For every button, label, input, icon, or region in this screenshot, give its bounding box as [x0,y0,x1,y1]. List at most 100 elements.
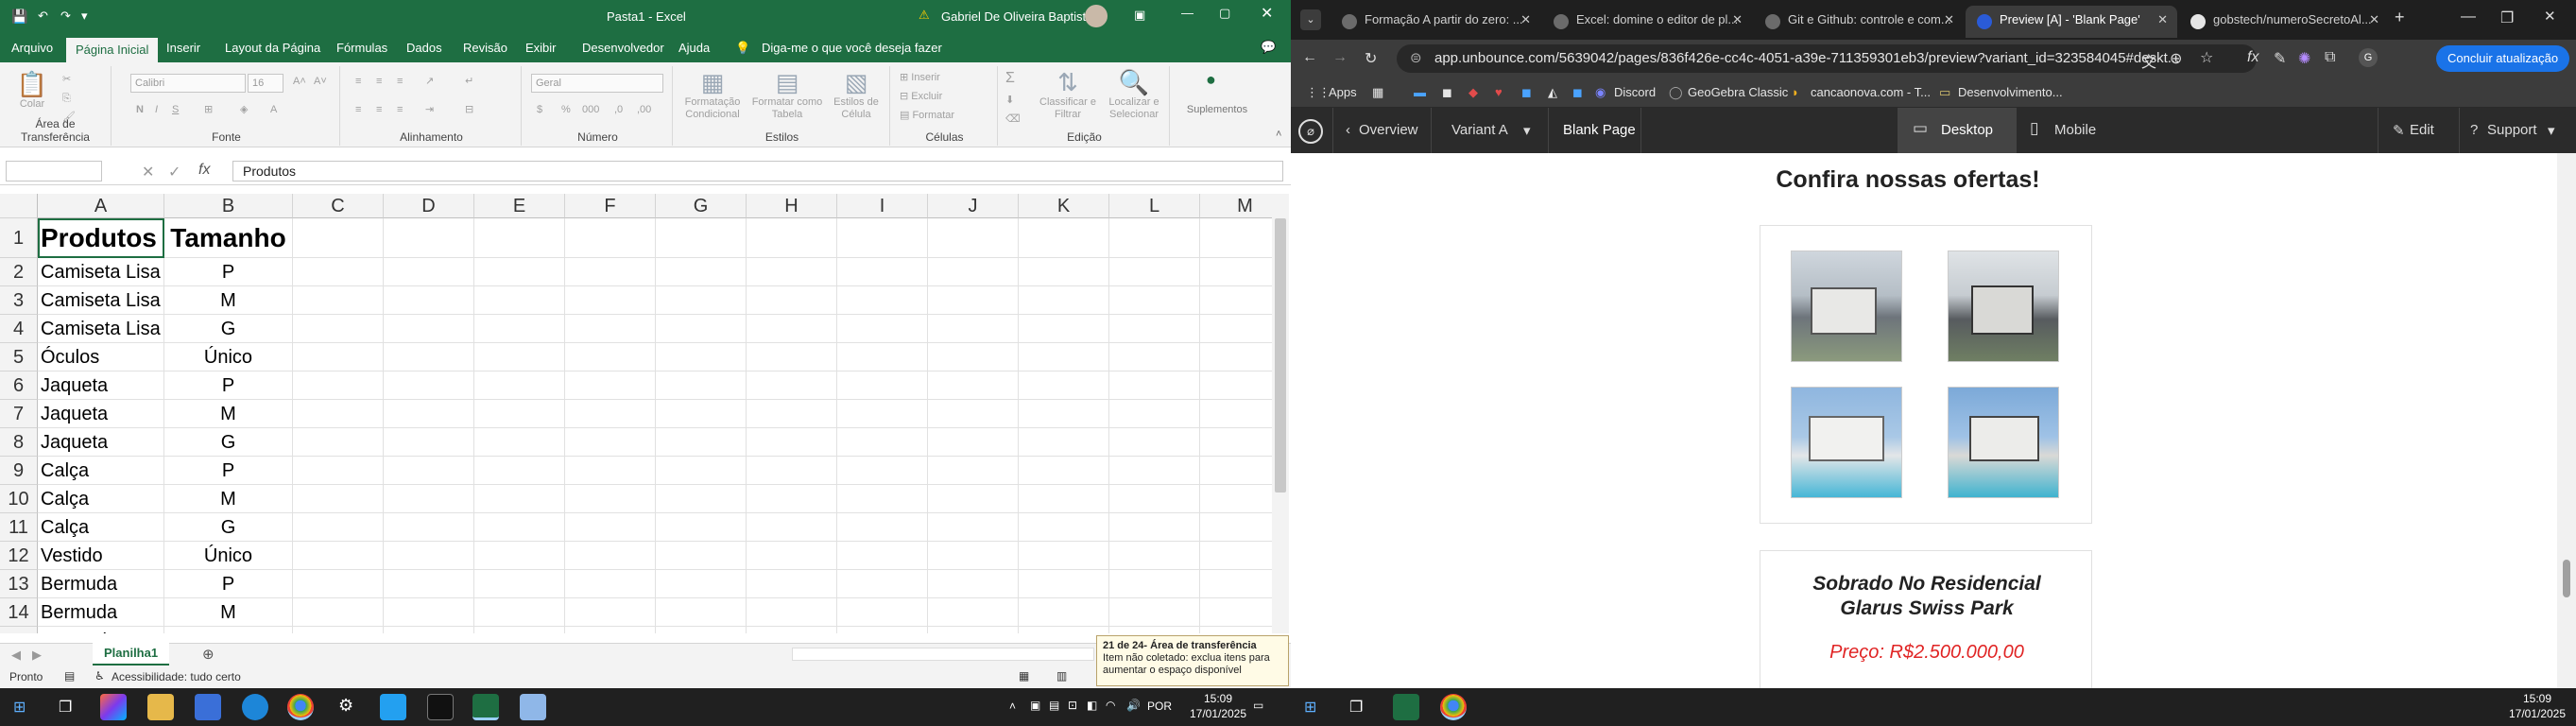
cell-empty[interactable] [384,286,474,315]
cell-empty[interactable] [565,570,656,598]
insert-function-icon[interactable]: fx [198,162,210,179]
tab-exibir[interactable]: Exibir [516,34,566,62]
cell-empty[interactable] [1019,286,1109,315]
help-icon[interactable]: ? [2470,122,2478,138]
cell-empty[interactable] [565,258,656,286]
cell-empty[interactable] [1200,627,1272,633]
add-sheet-icon[interactable]: ⊕ [202,646,215,663]
bookmark-icon-6[interactable]: ◭ [1548,85,1557,100]
row-header[interactable]: 7 [0,400,38,428]
cell-empty[interactable] [1200,485,1272,513]
translate-icon[interactable]: 文 [2141,49,2156,72]
cell-empty[interactable] [384,570,474,598]
chevron-left-icon[interactable]: ‹ [1346,122,1350,138]
scroll-thumb[interactable] [2563,560,2570,597]
cell-empty[interactable] [384,372,474,400]
tab-close-icon[interactable]: ✕ [1944,6,1954,34]
folder-icon[interactable]: ▭ [1939,85,1950,100]
cell-empty[interactable] [293,218,384,258]
cut-icon[interactable]: ✂ [62,74,71,86]
indent-icon[interactable]: ⇥ [425,104,434,116]
cell-empty[interactable] [656,428,747,457]
comma-icon[interactable]: 000 [582,104,599,116]
tab-inserir[interactable]: Inserir [157,34,210,62]
undo-icon[interactable]: ↶ [38,9,48,24]
cell-empty[interactable] [747,372,837,400]
cell-empty[interactable] [747,286,837,315]
orientation-icon[interactable]: ↗ [425,76,434,88]
row-header[interactable]: 4 [0,315,38,343]
cell-empty[interactable] [747,570,837,598]
cell-tamanho[interactable]: P [164,258,293,286]
cell-empty[interactable] [293,513,384,542]
cell-empty[interactable] [656,627,747,633]
minimize-icon[interactable]: — [1181,6,1194,20]
select-all-corner[interactable] [0,194,38,218]
tray-icon-1[interactable]: ▣ [1030,699,1040,712]
tab-close-icon[interactable]: ✕ [1520,6,1531,34]
cell-empty[interactable] [928,542,1019,570]
cell-empty[interactable] [384,598,474,627]
cell-empty[interactable] [384,457,474,485]
cell-empty[interactable] [1200,598,1272,627]
tray-icon-3[interactable]: ⊡ [1068,699,1077,712]
row-header[interactable]: 2 [0,258,38,286]
align-bottom-icon[interactable]: ≡ [397,76,403,88]
cell-empty[interactable] [1019,513,1109,542]
cell-empty[interactable] [1019,218,1109,258]
start-windows-icon-2[interactable]: ⊞ [1304,698,1316,717]
cell-empty[interactable] [474,485,565,513]
browser-tab-3[interactable]: Git e Github: controle e com... ✕ [1754,6,1964,38]
page-layout-icon[interactable]: ▥ [1056,669,1067,683]
cell-empty[interactable] [1109,428,1200,457]
cancel-formula-icon[interactable]: ✕ [142,163,154,182]
cell-empty[interactable] [747,513,837,542]
cell-empty[interactable] [474,286,565,315]
tab-dados[interactable]: Dados [397,34,452,62]
cell-empty[interactable] [1200,372,1272,400]
format-as-table-button[interactable]: ▤ Formatar como Tabela [750,68,824,121]
cell-empty[interactable] [837,542,928,570]
cell-empty[interactable] [293,286,384,315]
cell-produto[interactable]: Bermuda [38,570,164,598]
close-icon[interactable]: ✕ [2544,8,2556,25]
cell-empty[interactable] [656,372,747,400]
cancaonova-icon[interactable]: ◗ [1792,85,1799,99]
file-explorer-icon[interactable] [147,694,174,720]
ribbon-display-icon[interactable]: ▣ [1134,8,1145,23]
excel-taskbar-icon-2[interactable] [1393,694,1419,720]
cell-empty[interactable] [747,542,837,570]
format-cells-button[interactable]: ▤ Formatar [900,110,954,122]
cell-empty[interactable] [656,315,747,343]
cell-empty[interactable] [1200,428,1272,457]
cell-empty[interactable] [747,457,837,485]
column-header[interactable]: F [565,194,656,218]
tab-close-icon[interactable]: ✕ [1732,6,1743,34]
clock-2[interactable]: 15:09 17/01/2025 [2504,691,2570,721]
wifi-icon[interactable]: ◠ [1106,699,1115,712]
support-link[interactable]: Support [2487,122,2537,138]
discord-icon[interactable]: ◉ [1595,85,1606,100]
align-top-icon[interactable]: ≡ [355,76,361,88]
confirm-formula-icon[interactable]: ✓ [168,163,180,182]
vscode-icon[interactable] [380,694,406,720]
tell-me-box[interactable]: Diga-me o que você deseja fazer [762,41,942,55]
cell-empty[interactable] [1019,570,1109,598]
row-header[interactable]: 6 [0,372,38,400]
cell-empty[interactable] [928,258,1019,286]
task-view-icon-2[interactable]: ❐ [1349,698,1363,717]
bold-icon[interactable]: N [136,104,144,116]
bookmark-geogebra[interactable]: GeoGebra Classic [1688,85,1788,99]
cell-tamanho[interactable]: P [164,372,293,400]
cell-empty[interactable] [1200,400,1272,428]
cell-empty[interactable] [747,258,837,286]
cell-empty[interactable] [1109,315,1200,343]
edit-link[interactable]: Edit [2410,122,2434,138]
cell-empty[interactable] [747,428,837,457]
macro-icon[interactable]: ▤ [64,669,75,683]
row-header[interactable]: 8 [0,428,38,457]
cell-empty[interactable] [293,542,384,570]
clear-icon[interactable]: ⌫ [1005,113,1021,126]
cell-empty[interactable] [656,343,747,372]
align-left-icon[interactable]: ≡ [355,104,361,116]
